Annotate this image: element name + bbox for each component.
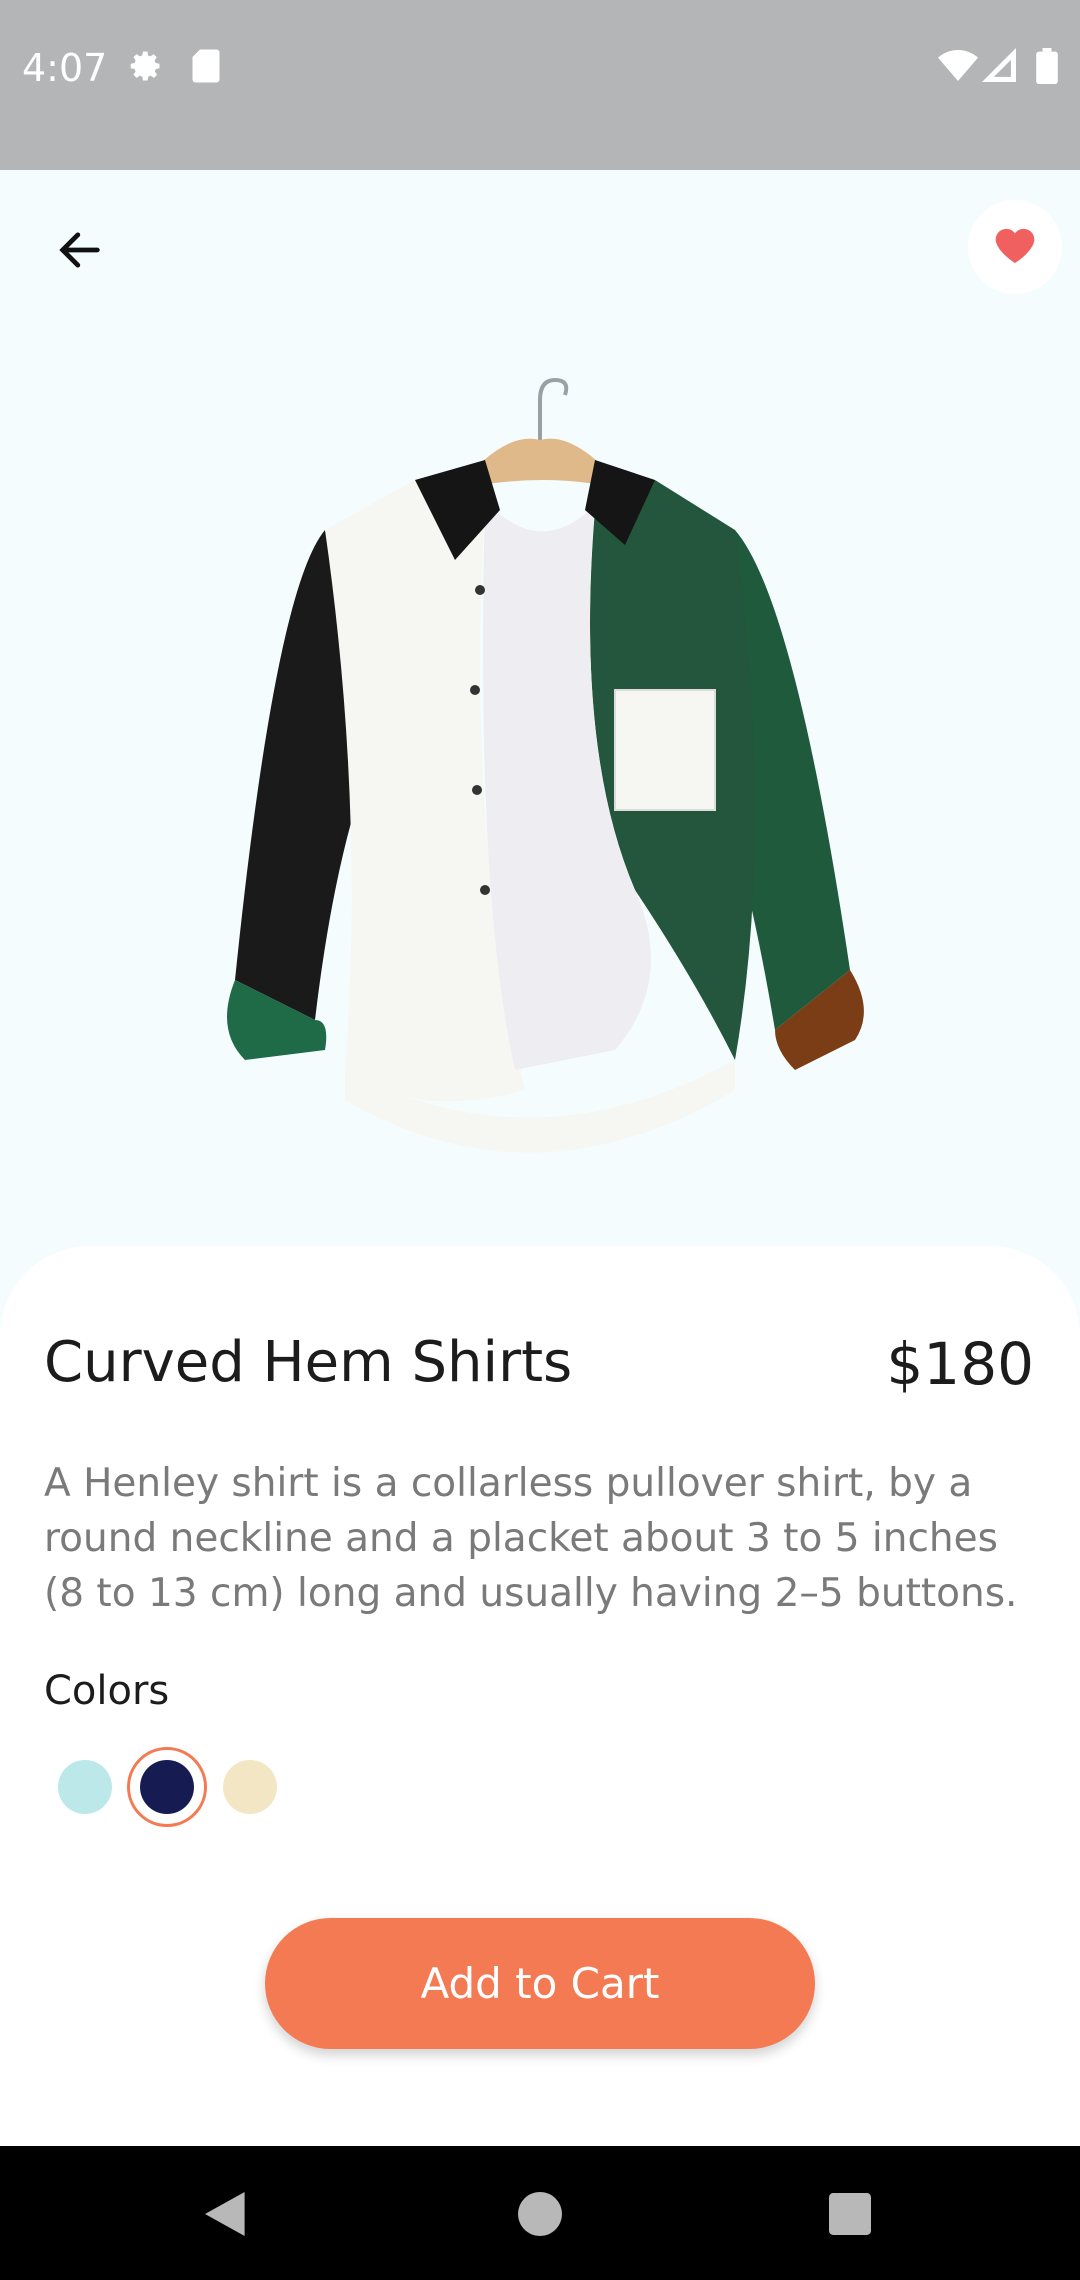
color-swatch-navy[interactable] xyxy=(140,1760,194,1814)
shirt-image xyxy=(215,330,865,1160)
status-time: 4:07 xyxy=(22,46,108,90)
signal-icon xyxy=(982,48,1016,87)
color-swatch-cream[interactable] xyxy=(223,1760,277,1814)
arrow-left-icon xyxy=(54,224,106,281)
sd-card-icon xyxy=(190,48,222,89)
settings-icon xyxy=(128,48,164,89)
product-title: Curved Hem Shirts xyxy=(44,1330,573,1395)
status-bar: 4:07 xyxy=(0,0,1080,170)
back-button[interactable] xyxy=(40,212,120,292)
color-swatch-light-blue[interactable] xyxy=(58,1760,112,1814)
colors-label: Colors xyxy=(44,1668,170,1714)
recents-square-icon[interactable] xyxy=(829,2193,871,2240)
heart-icon xyxy=(991,221,1039,274)
product-price: $180 xyxy=(886,1330,1034,1398)
back-triangle-icon[interactable] xyxy=(205,2192,249,2241)
add-to-cart-button[interactable]: Add to Cart xyxy=(265,1918,815,2049)
system-nav-bar xyxy=(0,2146,1080,2280)
favorite-button[interactable] xyxy=(968,200,1062,294)
product-description: A Henley shirt is a collarless pullover … xyxy=(44,1461,1018,1616)
home-circle-icon[interactable] xyxy=(518,2192,562,2241)
battery-icon xyxy=(1036,48,1058,89)
wifi-icon xyxy=(938,48,978,89)
